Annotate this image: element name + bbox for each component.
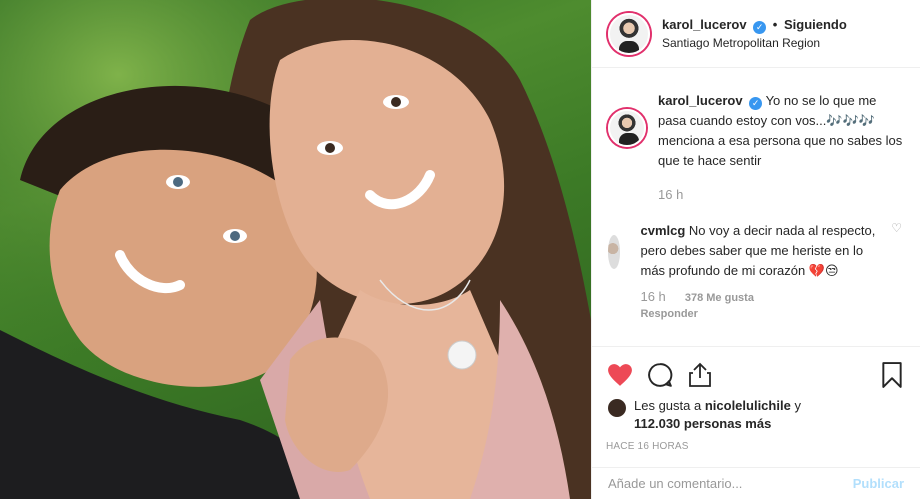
- action-bar: [606, 355, 906, 395]
- post-photo[interactable]: [0, 0, 591, 499]
- comment: cvmlcg No voy a decir nada al respecto, …: [608, 221, 904, 322]
- caption-avatar[interactable]: [608, 109, 646, 147]
- likes-count[interactable]: 112.030 personas más: [634, 416, 771, 431]
- comment-time[interactable]: 16 h: [640, 289, 665, 304]
- photo-illustration: [0, 0, 591, 499]
- post-header: karol_lucerov ✓ • Siguiendo Santiago Met…: [592, 0, 920, 68]
- location-link[interactable]: Santiago Metropolitan Region: [662, 34, 847, 52]
- caption-username[interactable]: karol_lucerov: [658, 93, 743, 108]
- post-panel: karol_lucerov ✓ • Siguiendo Santiago Met…: [591, 0, 920, 499]
- post-date[interactable]: HACE 16 HORAS: [606, 441, 906, 452]
- comment-avatar[interactable]: [608, 235, 621, 269]
- comment-likes[interactable]: 378 Me gusta: [685, 292, 754, 304]
- heart-icon[interactable]: [606, 361, 634, 389]
- header-text: karol_lucerov ✓ • Siguiendo Santiago Met…: [662, 16, 847, 52]
- caption-body: karol_lucerov ✓ Yo no se lo que me pasa …: [658, 91, 904, 205]
- comments-section[interactable]: karol_lucerov ✓ Yo no se lo que me pasa …: [592, 69, 920, 345]
- comment-body: cvmlcg No voy a decir nada al respecto, …: [640, 221, 904, 322]
- likes-connector: y: [794, 398, 801, 413]
- caption: karol_lucerov ✓ Yo no se lo que me pasa …: [608, 91, 904, 205]
- comment-like-heart-icon[interactable]: ♡: [891, 221, 902, 235]
- bookmark-icon[interactable]: [878, 361, 906, 389]
- comment-meta: 16 h 378 Me gusta Responder: [640, 289, 884, 322]
- likes-prefix: Les gusta a: [634, 398, 702, 413]
- post-actions: Les gusta a nicolelulichile y 112.030 pe…: [592, 346, 920, 452]
- author-username[interactable]: karol_lucerov: [662, 17, 747, 32]
- likes-summary: Les gusta a nicolelulichile y 112.030 pe…: [606, 397, 906, 433]
- reply-button[interactable]: Responder: [640, 308, 697, 320]
- add-comment-bar: Publicar: [592, 467, 920, 499]
- liker-avatar[interactable]: [608, 399, 626, 417]
- follow-button[interactable]: Siguiendo: [784, 17, 847, 32]
- comment-input[interactable]: [608, 476, 853, 491]
- publish-button[interactable]: Publicar: [853, 476, 904, 491]
- share-icon[interactable]: [686, 361, 714, 389]
- caption-time[interactable]: 16 h: [658, 185, 904, 205]
- comment-username[interactable]: cvmlcg: [640, 223, 685, 238]
- liker-username[interactable]: nicolelulichile: [705, 398, 791, 413]
- comment-icon[interactable]: [646, 361, 674, 389]
- verified-icon: ✓: [753, 20, 767, 34]
- verified-icon: ✓: [749, 97, 763, 110]
- separator-dot: •: [772, 16, 778, 32]
- avatar[interactable]: [608, 12, 650, 55]
